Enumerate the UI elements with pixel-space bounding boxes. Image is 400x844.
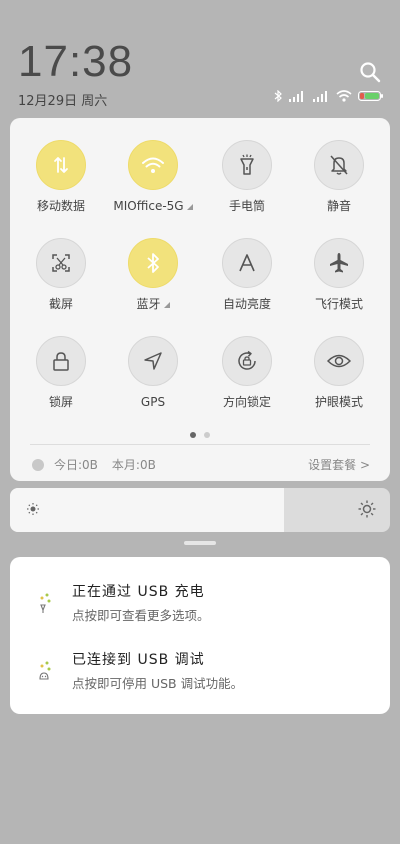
toggle-lock-screen[interactable]: 锁屏 bbox=[16, 336, 106, 409]
usage-dot-icon bbox=[32, 458, 44, 471]
flashlight-icon bbox=[240, 154, 254, 175]
signal-icon-sim1 bbox=[289, 91, 303, 102]
brightness-high-icon bbox=[358, 500, 376, 518]
usage-month: 本月:0B bbox=[111, 458, 156, 472]
expand-corner-icon bbox=[163, 302, 170, 308]
toggle-gps[interactable]: GPS bbox=[108, 336, 198, 409]
wifi-network-name: MIOffice-5G bbox=[113, 199, 184, 213]
lock-icon bbox=[53, 352, 69, 371]
toggle-label: 护眼模式 bbox=[314, 395, 363, 409]
toggle-label: 截屏 bbox=[48, 297, 73, 311]
toggle-circle[interactable] bbox=[314, 140, 364, 190]
screenshot-icon bbox=[52, 254, 70, 272]
toggle-airplane-mode[interactable]: 飞行模式 bbox=[294, 238, 384, 311]
toggle-circle[interactable] bbox=[314, 336, 364, 386]
page-dot-active bbox=[190, 432, 196, 438]
brightness-low-icon bbox=[27, 503, 39, 515]
toggle-label: GPS bbox=[140, 395, 166, 409]
search-icon[interactable] bbox=[358, 60, 382, 84]
toggle-circle[interactable] bbox=[128, 238, 178, 288]
toggle-circle[interactable] bbox=[222, 238, 272, 288]
expand-corner-icon bbox=[186, 204, 193, 210]
toggle-mute[interactable]: 静音 bbox=[294, 140, 384, 213]
toggle-circle[interactable] bbox=[128, 140, 178, 190]
wifi-icon bbox=[142, 157, 164, 173]
gps-icon bbox=[144, 352, 162, 370]
notification-subtitle: 点按即可停用 USB 调试功能。 bbox=[72, 676, 244, 691]
toggle-label: 蓝牙 bbox=[108, 297, 198, 311]
toggle-label: 方向锁定 bbox=[222, 395, 271, 409]
brightness-slider[interactable] bbox=[10, 488, 390, 532]
divider bbox=[30, 444, 370, 445]
clock[interactable]: 17:38 bbox=[18, 38, 386, 86]
notification-usb-debugging[interactable]: 已连接到 USB 调试 点按即可停用 USB 调试功能。 bbox=[10, 649, 390, 709]
notification-subtitle: 点按即可查看更多选项。 bbox=[72, 608, 210, 623]
toggle-wifi[interactable]: MIOffice-5G bbox=[108, 140, 198, 213]
bluetooth-icon bbox=[147, 253, 159, 273]
toggle-circle[interactable] bbox=[222, 140, 272, 190]
wifi-status-icon bbox=[336, 90, 352, 102]
data-usage: 今日:0B 本月:0B bbox=[32, 456, 156, 473]
toggle-label: 静音 bbox=[326, 199, 351, 213]
auto-brightness-icon bbox=[239, 254, 255, 272]
toggle-label: 自动亮度 bbox=[222, 297, 271, 311]
debug-icon bbox=[39, 661, 51, 680]
toggle-flashlight[interactable]: 手电筒 bbox=[202, 140, 292, 213]
toggle-circle[interactable] bbox=[36, 140, 86, 190]
toggle-label: MIOffice-5G bbox=[108, 199, 198, 213]
data-arrows-icon bbox=[54, 157, 68, 173]
toggle-mobile-data[interactable]: 移动数据 bbox=[16, 140, 106, 213]
toggle-rotation-lock[interactable]: 方向锁定 bbox=[202, 336, 292, 409]
toggle-label: 锁屏 bbox=[48, 395, 73, 409]
usb-icon bbox=[40, 593, 51, 613]
toggle-circle[interactable] bbox=[36, 336, 86, 386]
toggle-label: 手电筒 bbox=[228, 199, 265, 213]
toggle-eye-protection[interactable]: 护眼模式 bbox=[294, 336, 384, 409]
page-indicator bbox=[10, 432, 390, 438]
quick-settings-panel: 移动数据 MIOffice-5G 手电筒 静音 截屏 蓝牙 自动亮度 飞行模式 … bbox=[10, 118, 390, 481]
setup-plan-link[interactable]: 设置套餐 > bbox=[308, 456, 370, 473]
notification-card: 正在通过 USB 充电 点按即可查看更多选项。 已连接到 USB 调试 点按即可… bbox=[10, 557, 390, 714]
toggle-circle[interactable] bbox=[128, 336, 178, 386]
notification-title: 已连接到 USB 调试 bbox=[72, 652, 205, 668]
toggle-label: 飞行模式 bbox=[314, 297, 363, 311]
mute-bell-icon bbox=[330, 155, 348, 175]
toggle-circle[interactable] bbox=[314, 238, 364, 288]
bluetooth-status-icon bbox=[274, 90, 282, 102]
toggle-label: 移动数据 bbox=[36, 199, 85, 213]
page-dot bbox=[204, 432, 210, 438]
status-icons bbox=[274, 90, 384, 102]
airplane-icon bbox=[330, 253, 348, 273]
toggle-bluetooth[interactable]: 蓝牙 bbox=[108, 238, 198, 311]
usage-today: 今日:0B bbox=[54, 458, 98, 472]
toggle-auto-brightness[interactable]: 自动亮度 bbox=[202, 238, 292, 311]
brightness-fill bbox=[10, 488, 284, 532]
signal-icon-sim2 bbox=[313, 91, 327, 102]
bluetooth-label: 蓝牙 bbox=[136, 297, 161, 311]
toggle-circle[interactable] bbox=[222, 336, 272, 386]
rotation-lock-icon bbox=[238, 350, 256, 370]
toggle-screenshot[interactable]: 截屏 bbox=[16, 238, 106, 311]
drag-handle[interactable] bbox=[184, 541, 216, 545]
toggle-circle[interactable] bbox=[36, 238, 86, 288]
notification-title: 正在通过 USB 充电 bbox=[72, 584, 205, 600]
eye-icon bbox=[327, 354, 351, 368]
battery-icon bbox=[358, 91, 383, 101]
notification-usb-charging[interactable]: 正在通过 USB 充电 点按即可查看更多选项。 bbox=[10, 581, 390, 641]
status-header: 17:38 12月29日 周六 bbox=[18, 38, 386, 114]
